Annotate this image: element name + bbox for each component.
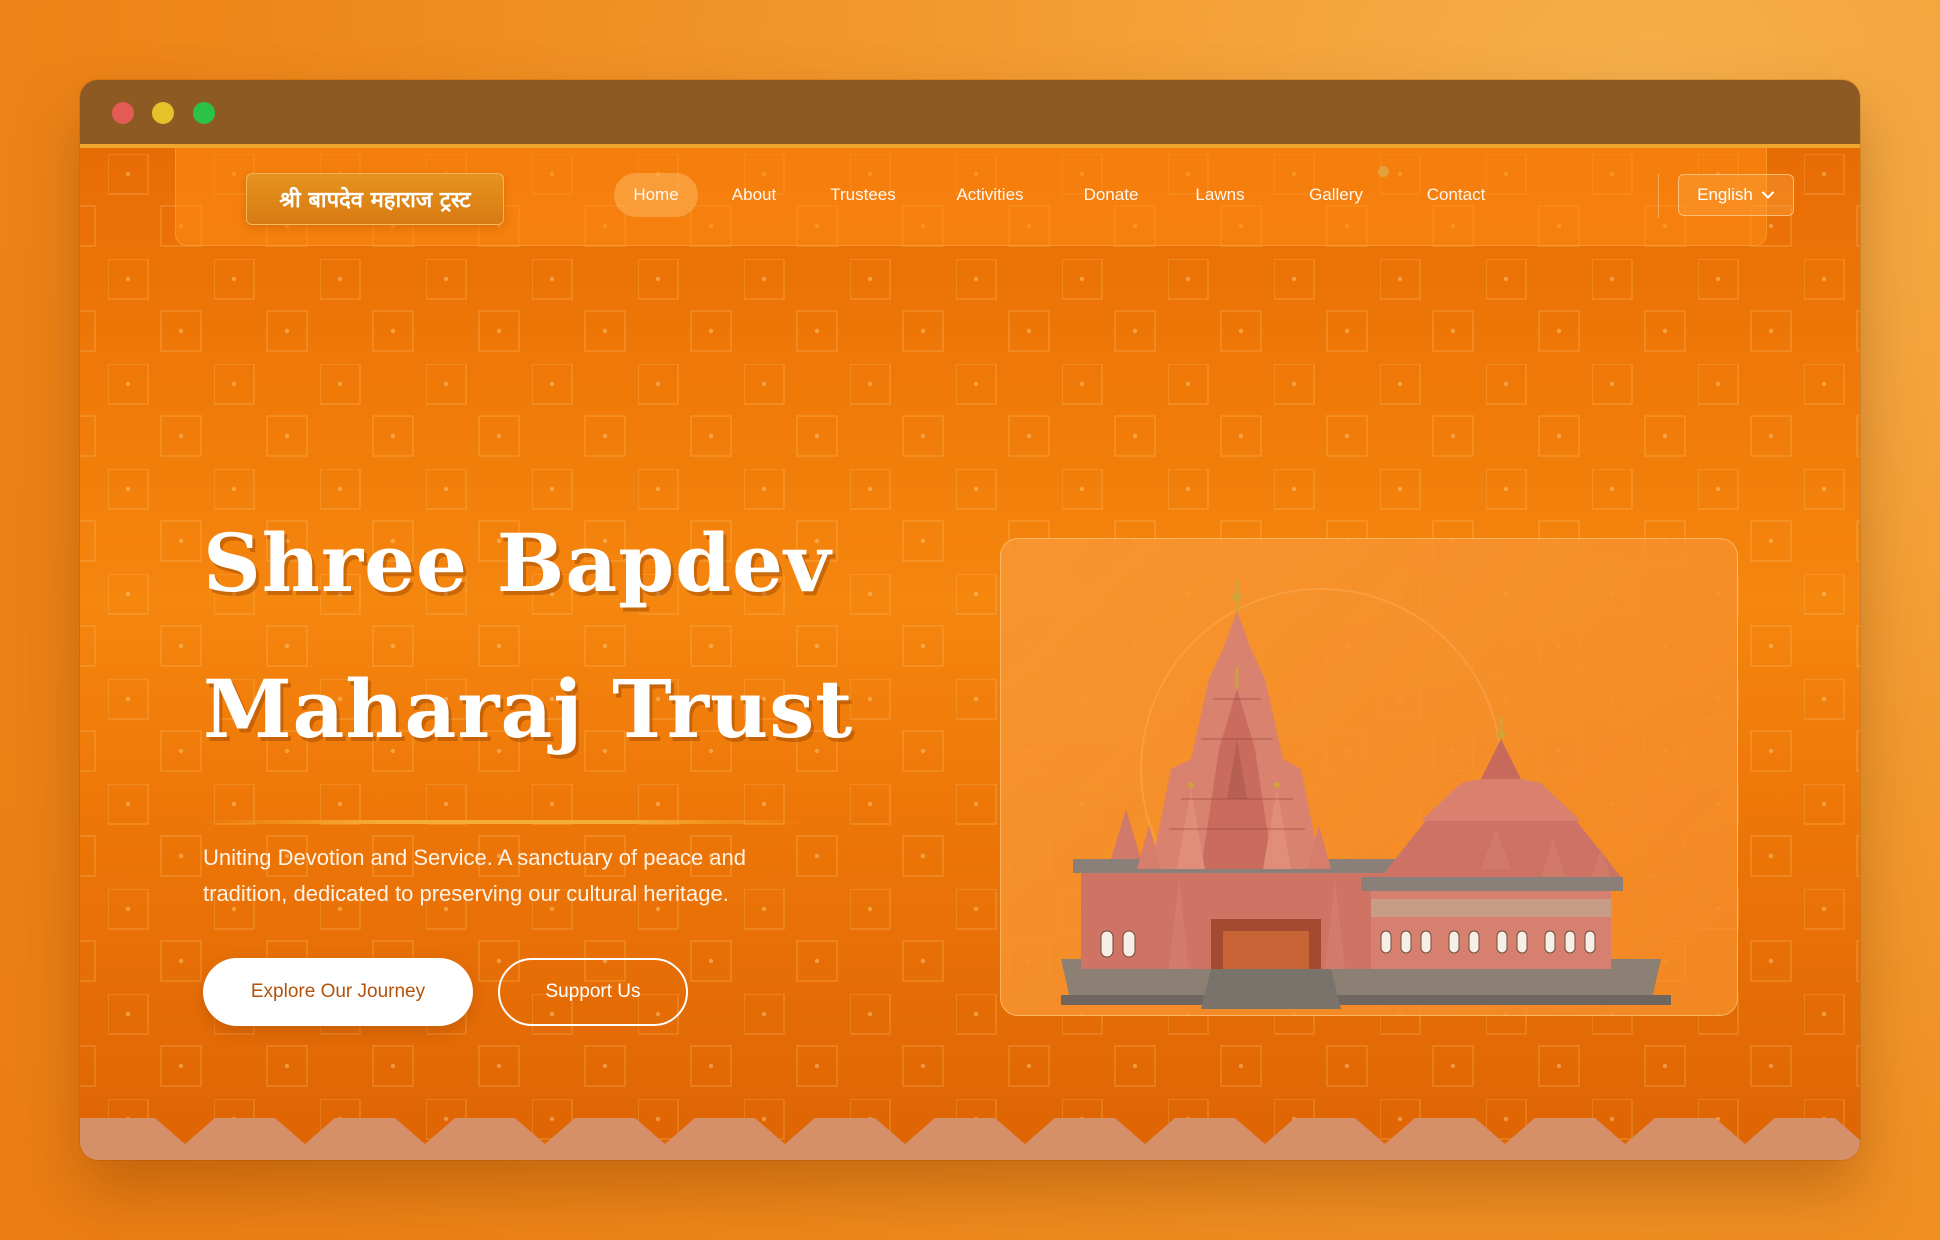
minimize-window-button[interactable]	[152, 102, 174, 124]
chevron-down-icon	[1761, 191, 1774, 199]
navbar: श्री बापदेव महाराज ट्रस्ट Home About Tru…	[175, 148, 1794, 246]
hero-subtitle: Uniting Devotion and Service. A sanctuar…	[203, 840, 843, 912]
language-selector[interactable]: English	[1678, 174, 1794, 216]
nav-indicator-dot	[1378, 166, 1389, 177]
temple-image-card	[1000, 538, 1738, 1016]
nav-link-gallery[interactable]: Gallery	[1294, 173, 1378, 217]
hero-subtitle-line-1: Uniting Devotion and Service. A sanctuar…	[203, 845, 747, 870]
window-titlebar	[80, 80, 1860, 144]
nav-link-about[interactable]: About	[718, 173, 790, 217]
nav-divider	[1658, 174, 1659, 218]
decorative-border	[80, 1118, 1860, 1160]
site-logo[interactable]: श्री बापदेव महाराज ट्रस्ट	[246, 173, 504, 225]
nav-link-lawns[interactable]: Lawns	[1182, 173, 1258, 217]
hero-title: Shree Bapdev Maharaj Trust	[203, 490, 883, 782]
language-label: English	[1697, 185, 1753, 204]
maximize-window-button[interactable]	[193, 102, 215, 124]
hero-subtitle-line-2: tradition, dedicated to preserving our c…	[203, 881, 729, 906]
nav-link-activities[interactable]: Activities	[940, 173, 1040, 217]
browser-window: श्री बापदेव महाराज ट्रस्ट Home About Tru…	[80, 80, 1860, 1160]
explore-journey-button[interactable]: Explore Our Journey	[203, 958, 473, 1026]
nav-link-contact[interactable]: Contact	[1412, 173, 1500, 217]
hero-title-line-2: Maharaj Trust	[203, 662, 854, 756]
hero-title-line-1: Shree Bapdev	[203, 516, 832, 610]
nav-link-home[interactable]: Home	[614, 173, 698, 217]
nav-link-donate[interactable]: Donate	[1070, 173, 1152, 217]
close-window-button[interactable]	[112, 102, 134, 124]
nav-link-trustees[interactable]: Trustees	[818, 173, 908, 217]
temple-illustration	[1061, 579, 1671, 1009]
title-underline	[203, 820, 803, 824]
support-us-button[interactable]: Support Us	[498, 958, 688, 1026]
website-viewport: श्री बापदेव महाराज ट्रस्ट Home About Tru…	[80, 144, 1860, 1160]
